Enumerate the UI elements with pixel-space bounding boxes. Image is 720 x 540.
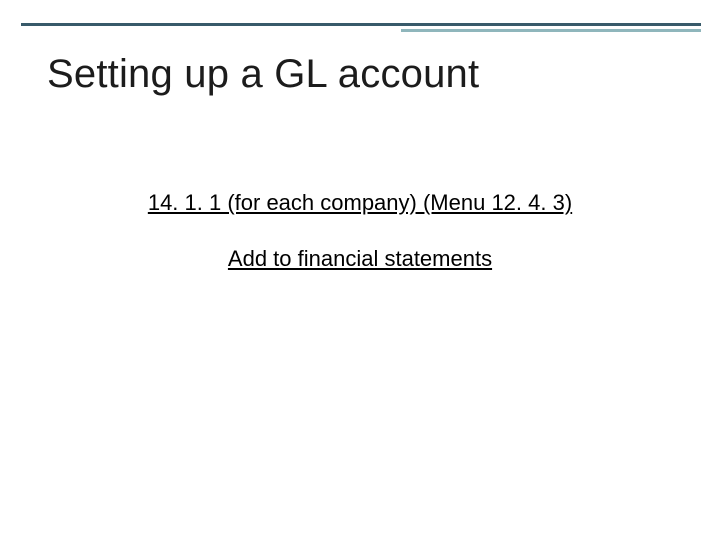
rule-bottom	[21, 29, 701, 32]
slide: Setting up a GL account 14. 1. 1 (for ea…	[0, 0, 720, 540]
rule-bottom-gap	[21, 29, 401, 32]
slide-title: Setting up a GL account	[47, 52, 479, 97]
rule-bottom-segment	[401, 29, 701, 32]
slide-body: 14. 1. 1 (for each company) (Menu 12. 4.…	[0, 190, 720, 272]
body-line-2: Add to financial statements	[228, 246, 492, 272]
body-line-1: 14. 1. 1 (for each company) (Menu 12. 4.…	[148, 190, 572, 216]
title-rule	[21, 23, 701, 32]
